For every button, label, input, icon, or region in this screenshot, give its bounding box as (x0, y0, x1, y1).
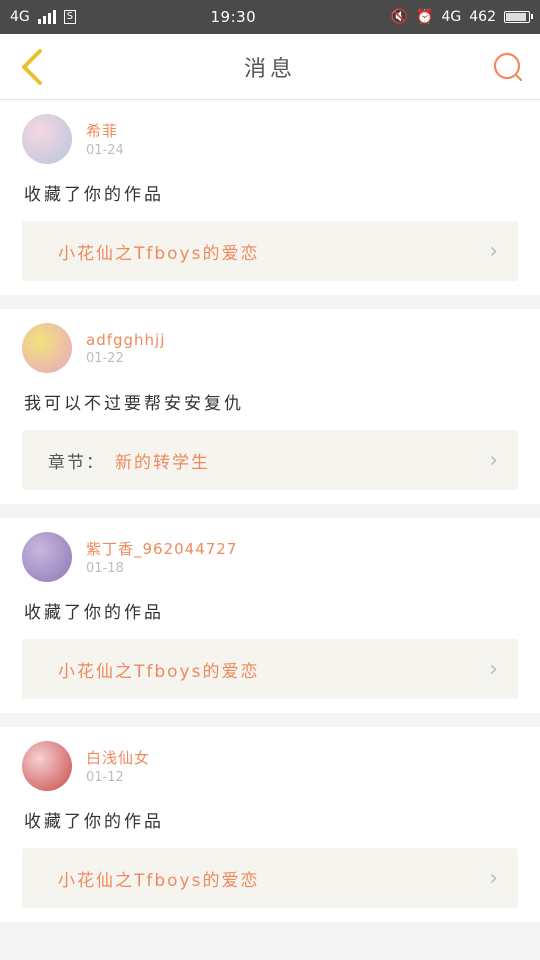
chevron-right-icon: › (489, 238, 498, 264)
reference-title: 新的转学生 (115, 452, 210, 473)
status-time: 19:30 (210, 8, 257, 26)
chevron-right-icon: › (489, 865, 498, 891)
user-info: 希菲 01-24 (86, 120, 124, 158)
message-date: 01-18 (86, 561, 124, 576)
message-card: 希菲 01-24 收藏了你的作品 小花仙之Tfboys的爱恋 › (0, 100, 540, 295)
message-card: 紫丁香_962044727 01-18 收藏了你的作品 小花仙之Tfboys的爱… (0, 518, 540, 713)
work-reference-label: 小花仙之Tfboys的爱恋 (48, 239, 259, 264)
status-right: 🔇 ⏰ 4G 462 (390, 9, 533, 25)
message-card: 白浅仙女 01-12 收藏了你的作品 小花仙之Tfboys的爱恋 › (0, 727, 540, 922)
work-reference[interactable]: 章节： 新的转学生 › (22, 430, 518, 490)
network-type-left: 4G (10, 9, 30, 25)
avatar[interactable] (22, 114, 72, 164)
avatar[interactable] (22, 532, 72, 582)
network-speed: 462 (469, 9, 496, 25)
user-info: adfgghhjj 01-22 (86, 331, 165, 366)
username[interactable]: 白浅仙女 (86, 747, 150, 768)
screenshot-icon: S (63, 10, 77, 24)
page-title: 消息 (243, 56, 296, 82)
search-button[interactable] (488, 47, 528, 87)
username[interactable]: 紫丁香_962044727 (86, 538, 237, 559)
message-text: 收藏了你的作品 (24, 185, 164, 205)
message-header: adfgghhjj 01-22 (22, 319, 518, 377)
status-bar: 4G S 19:30 🔇 ⏰ 4G 462 (0, 0, 540, 34)
chevron-right-icon: › (489, 656, 498, 682)
reference-title: 小花仙之Tfboys的爱恋 (58, 243, 260, 264)
message-date: 01-12 (86, 770, 124, 785)
message-header: 希菲 01-24 (22, 110, 518, 168)
work-reference-label: 小花仙之Tfboys的爱恋 (48, 657, 259, 682)
reference-prefix: 章节： (48, 452, 105, 473)
reference-title: 小花仙之Tfboys的爱恋 (58, 661, 260, 682)
reference-title: 小花仙之Tfboys的爱恋 (58, 870, 260, 891)
message-header: 白浅仙女 01-12 (22, 737, 518, 795)
signal-icon (37, 10, 56, 24)
status-left: 4G S (10, 9, 77, 25)
avatar[interactable] (22, 323, 72, 373)
mute-icon: 🔇 (390, 9, 409, 25)
avatar[interactable] (22, 741, 72, 791)
work-reference[interactable]: 小花仙之Tfboys的爱恋 › (22, 639, 518, 699)
work-reference[interactable]: 小花仙之Tfboys的爱恋 › (22, 848, 518, 908)
message-list: 希菲 01-24 收藏了你的作品 小花仙之Tfboys的爱恋 › adfgghh… (0, 100, 540, 922)
username[interactable]: 希菲 (86, 120, 124, 141)
app-header: 消息 (0, 34, 540, 100)
message-text: 收藏了你的作品 (24, 603, 164, 623)
search-icon (493, 52, 523, 81)
alarm-icon: ⏰ (416, 9, 434, 25)
message-date: 01-24 (86, 143, 124, 158)
message-card: adfgghhjj 01-22 我可以不过要帮安安复仇 章节： 新的转学生 › (0, 309, 540, 504)
message-header: 紫丁香_962044727 01-18 (22, 528, 518, 586)
back-button[interactable] (12, 47, 52, 87)
work-reference-label: 章节： 新的转学生 (48, 448, 210, 473)
network-type-right: 4G (441, 9, 462, 25)
message-date: 01-22 (86, 350, 124, 366)
work-reference-label: 小花仙之Tfboys的爱恋 (48, 866, 259, 891)
user-info: 紫丁香_962044727 01-18 (86, 538, 237, 576)
message-text: 收藏了你的作品 (24, 812, 164, 832)
message-text: 我可以不过要帮安安复仇 (24, 394, 244, 414)
chevron-right-icon: › (489, 447, 498, 473)
chevron-left-icon (22, 48, 42, 85)
work-reference[interactable]: 小花仙之Tfboys的爱恋 › (22, 221, 518, 281)
battery-icon (503, 11, 533, 23)
user-info: 白浅仙女 01-12 (86, 747, 150, 785)
username[interactable]: adfgghhjj (86, 331, 165, 349)
